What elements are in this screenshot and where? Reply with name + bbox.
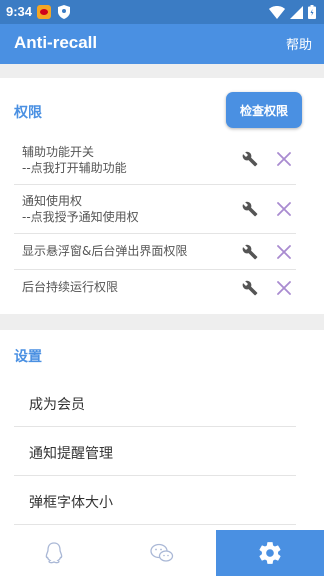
app-bar: Anti-recall 帮助 bbox=[0, 24, 324, 64]
shield-notification-icon bbox=[58, 5, 70, 19]
settings-gear-icon bbox=[259, 542, 281, 564]
menu-item-membership[interactable]: 成为会员 bbox=[14, 378, 296, 427]
permission-row-background[interactable]: 后台持续运行权限 bbox=[14, 270, 296, 306]
menu-item-label: 弹框字体大小 bbox=[29, 495, 113, 511]
wrench-icon[interactable] bbox=[242, 201, 258, 217]
battery-icon bbox=[308, 5, 316, 19]
bottom-navigation bbox=[0, 530, 324, 576]
menu-item-label: 成为会员 bbox=[29, 397, 85, 413]
menu-item-notification-manage[interactable]: 通知提醒管理 bbox=[14, 427, 296, 476]
close-icon[interactable] bbox=[277, 202, 291, 216]
wrench-icon[interactable] bbox=[242, 244, 258, 260]
help-button[interactable]: 帮助 bbox=[286, 34, 312, 53]
permission-row-overlay[interactable]: 显示悬浮窗&后台弹出界面权限 bbox=[14, 234, 296, 270]
status-time: 9:34 bbox=[6, 4, 33, 19]
permissions-section-title: 权限 bbox=[14, 105, 42, 121]
tab-settings[interactable] bbox=[216, 530, 324, 576]
status-bar: 9:34 bbox=[0, 0, 324, 24]
tab-wechat[interactable] bbox=[108, 530, 216, 576]
close-icon[interactable] bbox=[277, 281, 291, 295]
menu-item-dialog-font-size[interactable]: 弹框字体大小 bbox=[14, 476, 296, 525]
app-title: Anti-recall bbox=[14, 33, 98, 52]
permission-label: 通知使用权 --点我授予通知使用权 bbox=[22, 194, 139, 224]
wrench-icon[interactable] bbox=[242, 151, 258, 167]
permission-row-accessibility[interactable]: 辅助功能开关 --点我打开辅助功能 bbox=[14, 138, 296, 185]
close-icon[interactable] bbox=[277, 245, 291, 259]
permission-row-notification[interactable]: 通知使用权 --点我授予通知使用权 bbox=[14, 185, 296, 234]
permission-label: 辅助功能开关 --点我打开辅助功能 bbox=[22, 145, 127, 175]
permissions-card: 权限 检查权限 辅助功能开关 --点我打开辅助功能 通知使用权 --点我授予通知… bbox=[0, 78, 324, 314]
tab-qq[interactable] bbox=[0, 530, 108, 576]
weibo-notification-icon bbox=[37, 5, 51, 19]
close-icon[interactable] bbox=[277, 152, 291, 166]
permission-label: 后台持续运行权限 bbox=[22, 280, 119, 294]
wrench-icon[interactable] bbox=[242, 280, 258, 296]
settings-section-title: 设置 bbox=[14, 349, 42, 365]
permission-label: 显示悬浮窗&后台弹出界面权限 bbox=[22, 244, 188, 258]
wifi-icon bbox=[269, 5, 285, 19]
signal-icon bbox=[290, 5, 303, 19]
check-permissions-button[interactable]: 检查权限 bbox=[226, 92, 302, 128]
wechat-icon bbox=[150, 543, 174, 562]
status-right-icons bbox=[269, 5, 316, 19]
qq-icon bbox=[45, 542, 63, 564]
settings-card: 设置 成为会员 通知提醒管理 弹框字体大小 bbox=[0, 330, 324, 530]
menu-item-label: 通知提醒管理 bbox=[29, 446, 113, 462]
